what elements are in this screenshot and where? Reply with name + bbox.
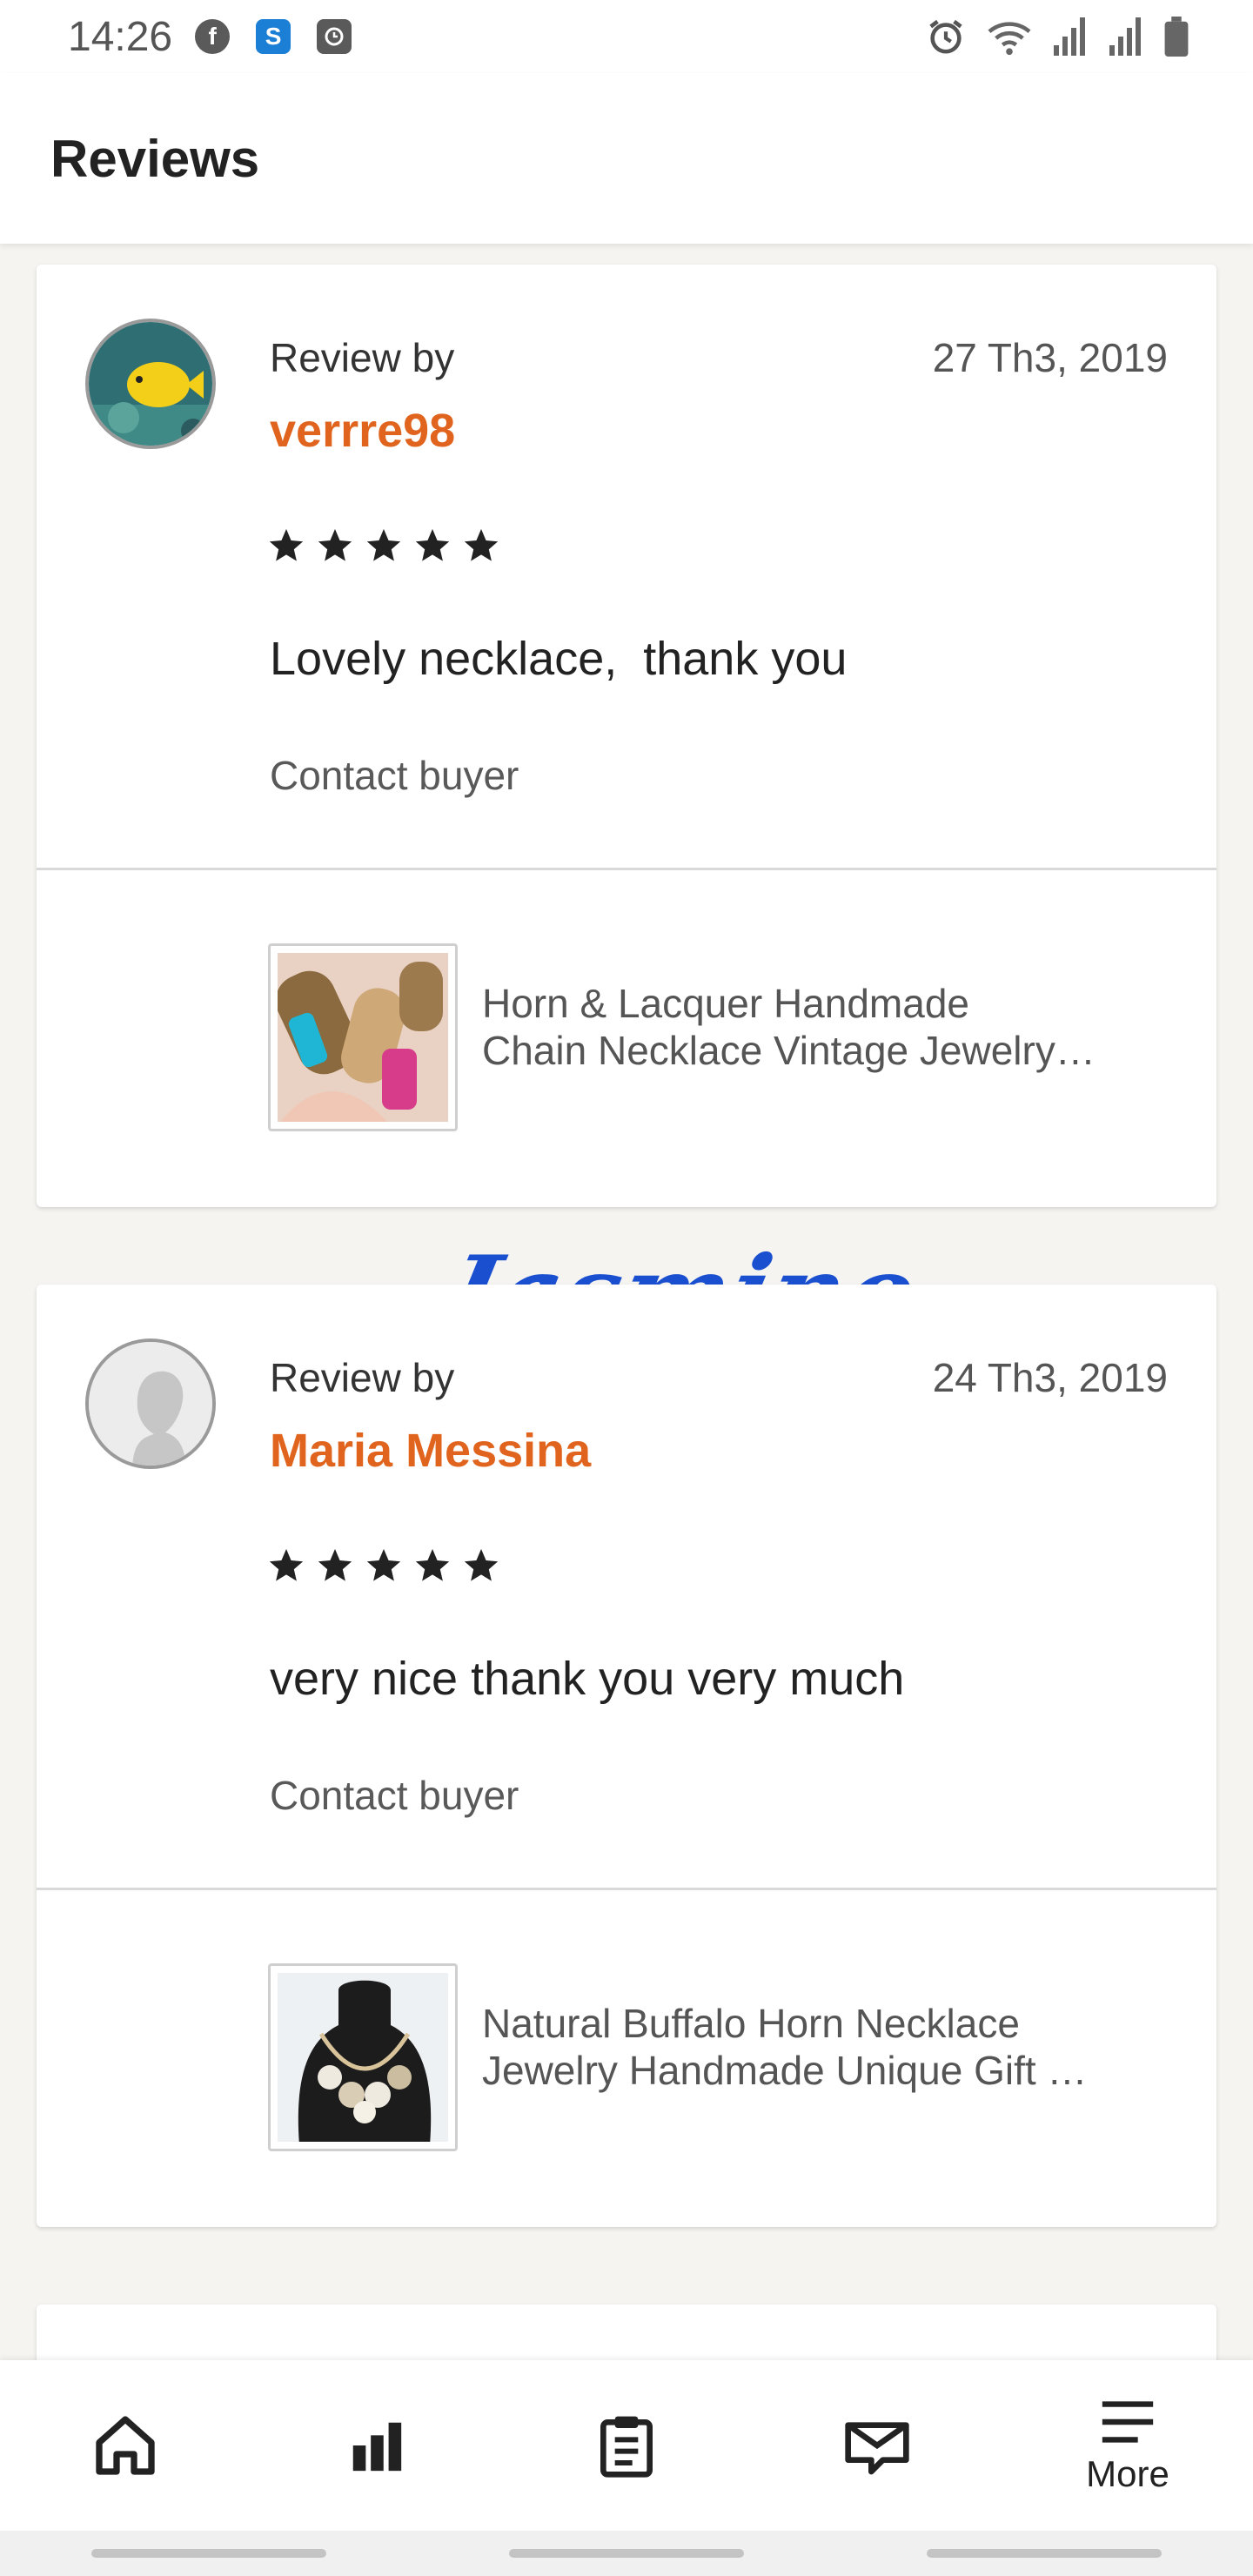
contact-buyer-link[interactable]: Contact buyer	[270, 752, 519, 799]
facebook-icon: f	[195, 19, 231, 54]
star-rating	[266, 526, 501, 566]
listing-title-line: Chain Necklace Vintage Jewelry…	[482, 1028, 1096, 1073]
s-app-icon: S	[256, 19, 291, 54]
nav-home[interactable]	[38, 2360, 212, 2531]
status-bar: 14:26 f S	[0, 0, 1253, 73]
listing-title-line: Jewelry Handmade Unique Gift …	[482, 2048, 1088, 2093]
reviewer-avatar[interactable]	[85, 319, 216, 449]
bottom-nav: More	[0, 2360, 1253, 2531]
stats-icon	[352, 2422, 402, 2472]
listing-thumbnail[interactable]	[268, 943, 458, 1131]
review-date: 27 Th3, 2019	[932, 335, 1168, 380]
nav-more-label: More	[1086, 2453, 1169, 2494]
review-date: 24 Th3, 2019	[932, 1355, 1168, 1400]
gesture-pill[interactable]	[91, 2549, 326, 2558]
listing-thumbnail[interactable]	[268, 1963, 458, 2151]
star-icon	[269, 1548, 304, 1581]
listing-title-line: Natural Buffalo Horn Necklace	[482, 2001, 1020, 2046]
menu-icon	[1102, 2401, 1154, 2443]
reviewer-name[interactable]: Maria Messina	[270, 1424, 591, 1478]
star-icon	[318, 528, 352, 561]
home-icon	[96, 2416, 155, 2475]
gesture-pill[interactable]	[509, 2549, 744, 2558]
gesture-bar	[0, 2531, 1253, 2576]
review-by-label: Review by	[270, 1355, 455, 1400]
nav-stats[interactable]	[289, 2360, 463, 2531]
orders-icon	[600, 2416, 653, 2478]
listing-link[interactable]: Natural Buffalo Horn Necklace Jewelry Ha…	[37, 1890, 1216, 2227]
review-section: Review by verrre98 27 Th3, 2019 Lovely n…	[37, 265, 1216, 870]
app-header: Reviews	[0, 73, 1253, 244]
listing-link[interactable]: Horn & Lacquer Handmade Chain Necklace V…	[37, 870, 1216, 1207]
star-rating	[266, 1546, 501, 1586]
status-time: 14:26	[68, 13, 173, 60]
review-card: Review by Maria Messina 24 Th3, 2019 ver…	[37, 1285, 1216, 2227]
signal-icon	[1054, 17, 1085, 56]
gesture-pill[interactable]	[927, 2549, 1162, 2558]
nav-orders[interactable]	[539, 2360, 714, 2531]
review-section: Review by Maria Messina 24 Th3, 2019 ver…	[37, 1285, 1216, 1890]
contact-buyer-link[interactable]: Contact buyer	[270, 1772, 519, 1819]
signal-icon	[1109, 17, 1141, 56]
review-by-label: Review by	[270, 335, 455, 380]
nav-messages[interactable]	[790, 2360, 964, 2531]
nav-more[interactable]: More	[1041, 2360, 1215, 2531]
review-text: very nice thank you very much	[270, 1653, 905, 1705]
star-icon	[269, 528, 304, 561]
reviewer-name[interactable]: verrre98	[270, 404, 455, 458]
alarm-icon	[929, 19, 962, 54]
clock-app-icon	[317, 19, 352, 54]
star-icon	[366, 528, 401, 561]
star-icon	[366, 1548, 401, 1581]
listing-title-line: Horn & Lacquer Handmade	[482, 981, 969, 1026]
battery-icon	[1164, 17, 1189, 57]
star-icon	[415, 1548, 450, 1581]
page-title: Reviews	[50, 129, 260, 188]
review-card: Review by verrre98 27 Th3, 2019 Lovely n…	[37, 265, 1216, 1207]
star-icon	[464, 528, 499, 561]
listing-title[interactable]: Horn & Lacquer Handmade Chain Necklace V…	[482, 980, 1178, 1074]
messages-icon	[845, 2422, 909, 2475]
star-icon	[318, 1548, 352, 1581]
reviewer-avatar[interactable]	[85, 1338, 216, 1469]
wifi-icon	[988, 22, 1031, 56]
star-icon	[464, 1548, 499, 1581]
review-text: Lovely necklace, thank you	[270, 633, 848, 685]
star-icon	[415, 528, 450, 561]
listing-title[interactable]: Natural Buffalo Horn Necklace Jewelry Ha…	[482, 2000, 1178, 2094]
